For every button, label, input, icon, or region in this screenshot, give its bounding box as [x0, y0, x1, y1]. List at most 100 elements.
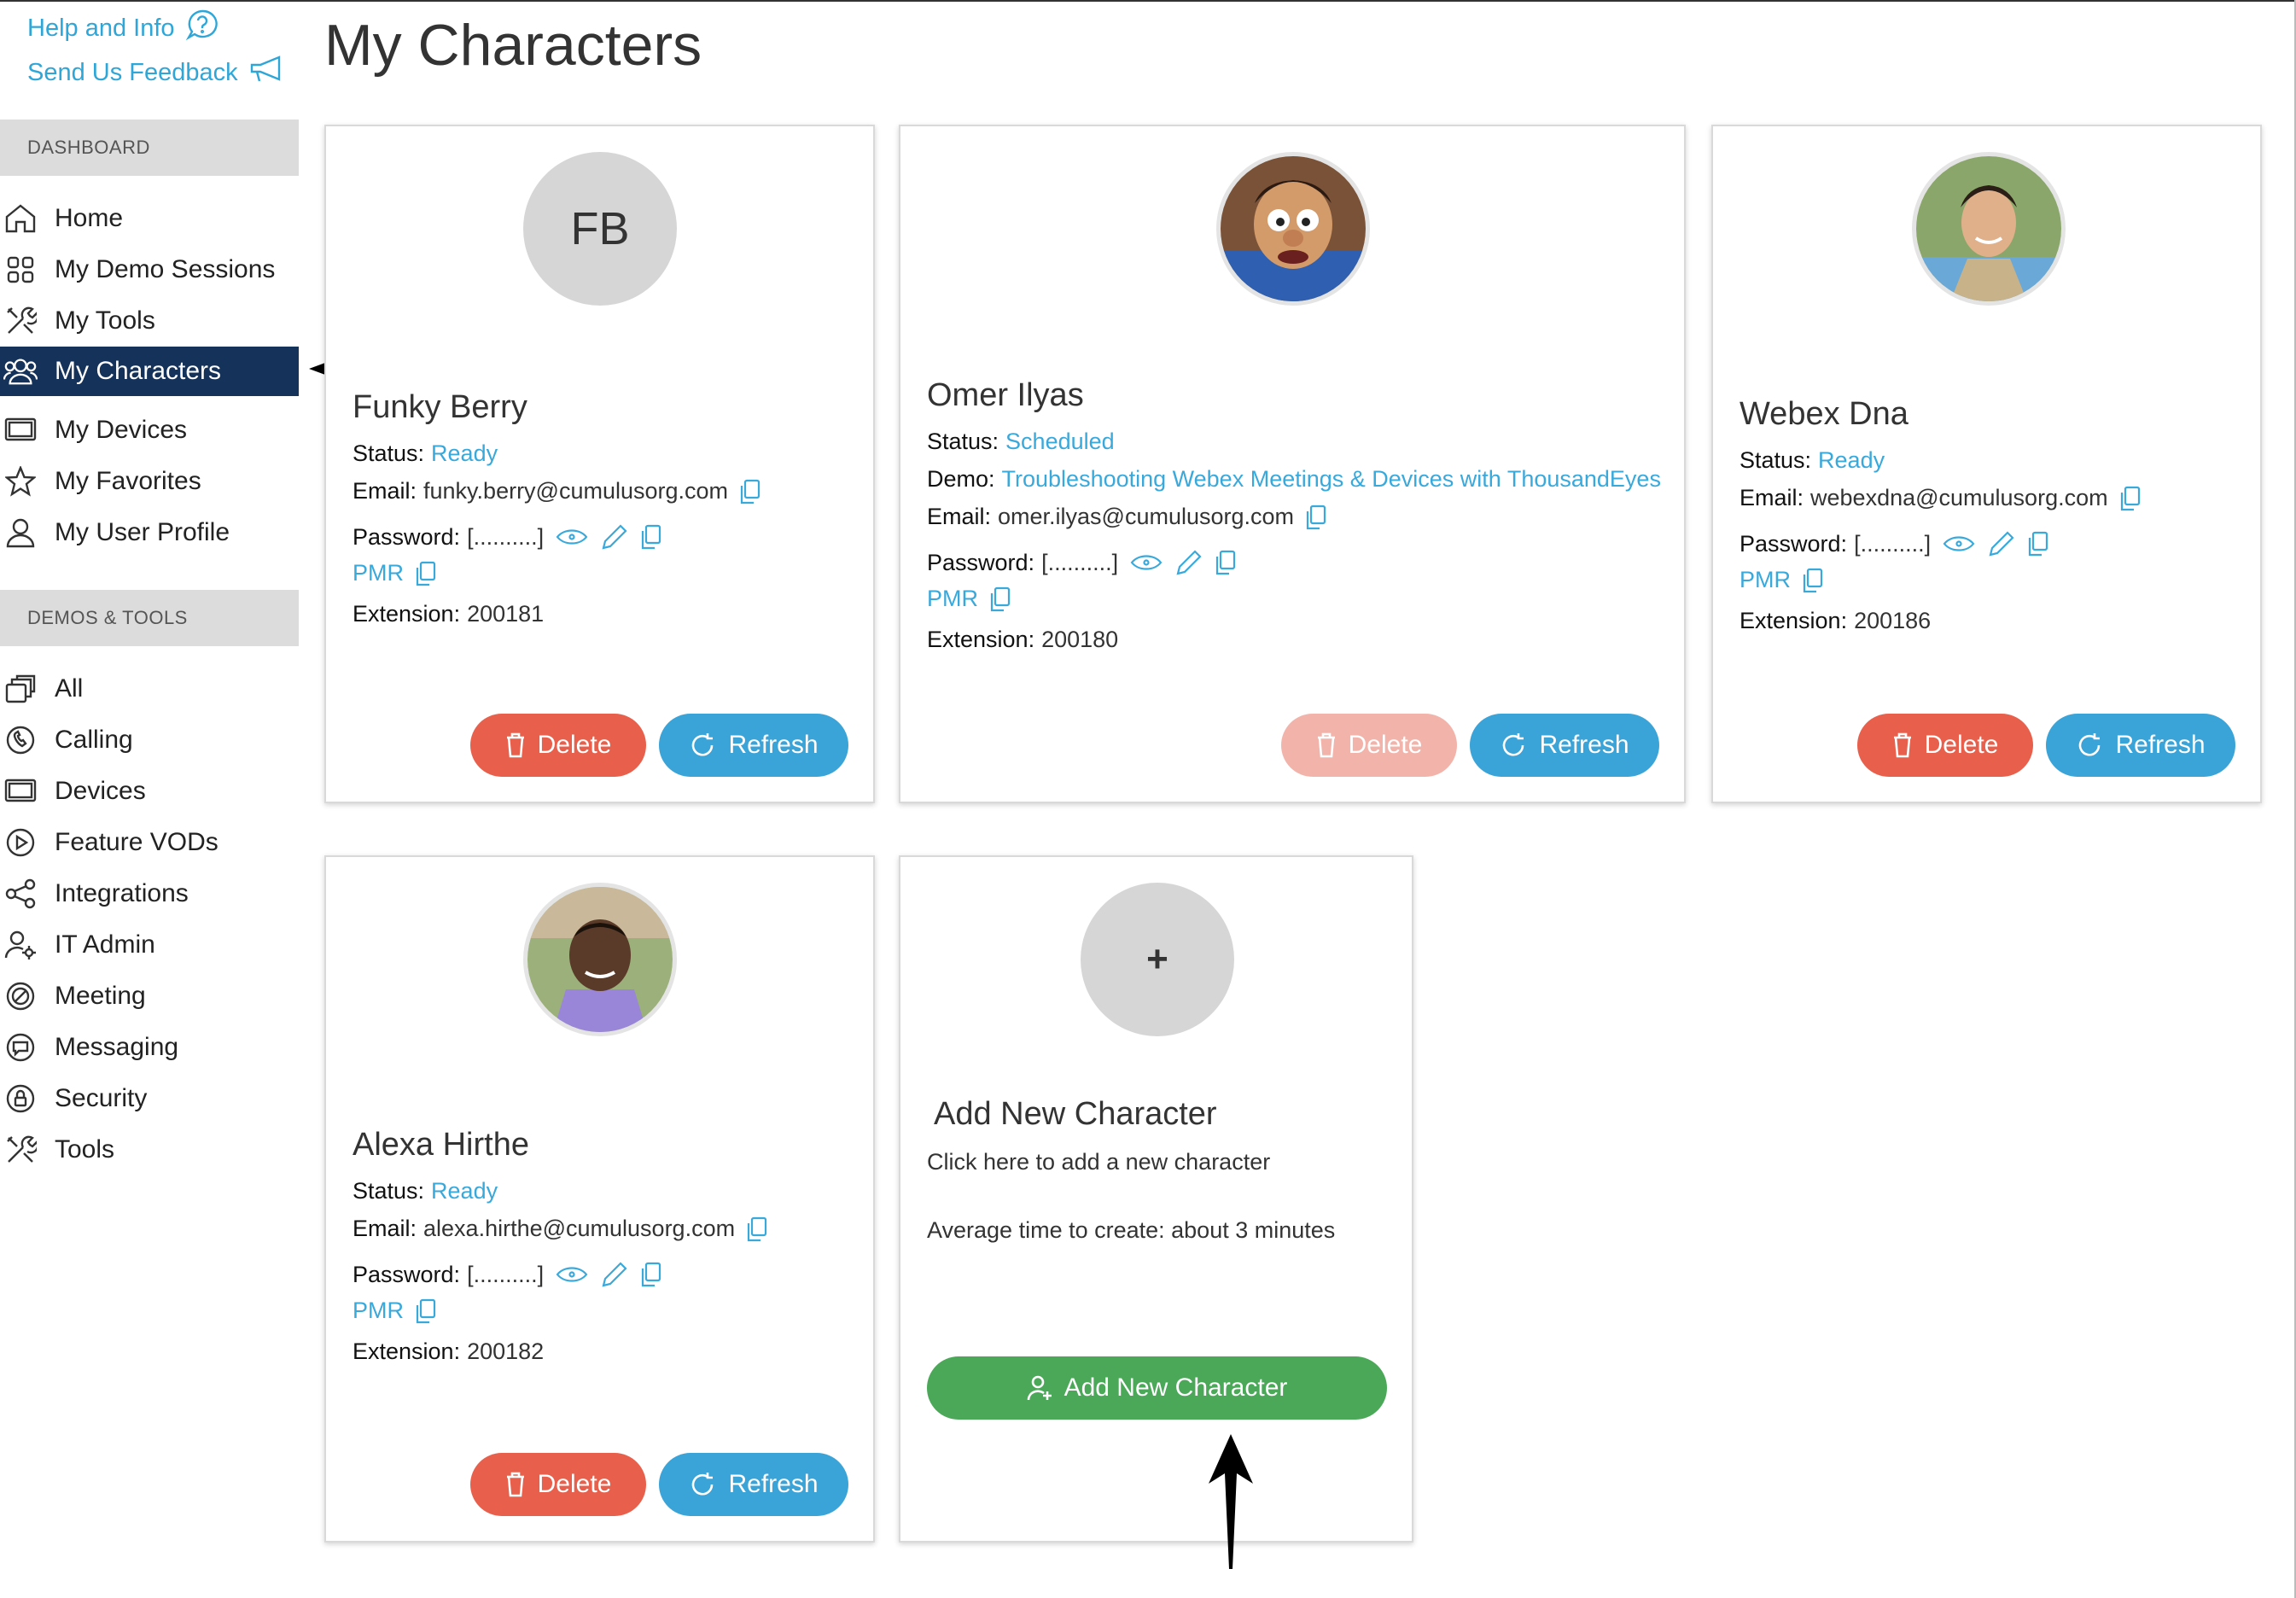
refresh-label: Refresh [728, 1470, 819, 1498]
sidebar-item-label: My Devices [55, 416, 188, 444]
people-icon [3, 354, 38, 388]
refresh-icon [1503, 733, 1524, 756]
pmr-label[interactable]: PMR [353, 560, 404, 586]
page-title: My Characters [324, 13, 702, 78]
sidebar-item-label: Devices [55, 777, 146, 805]
sidebar-item-my-user-profile[interactable]: My User Profile [0, 508, 299, 557]
refresh-button[interactable]: Refresh [659, 1453, 848, 1516]
sidebar-item-home[interactable]: Home [0, 194, 299, 243]
section-dashboard: DASHBOARD [0, 120, 299, 176]
demo-link[interactable]: Troubleshooting Webex Meetings & Devices… [1002, 466, 1661, 493]
sidebar-item-feature-vods[interactable]: Feature VODs [0, 818, 299, 867]
status-value: Scheduled [1005, 429, 1115, 454]
delete-button[interactable]: Delete [470, 1453, 646, 1516]
sidebar-item-security[interactable]: Security [0, 1074, 299, 1123]
delete-button[interactable]: Delete [1857, 714, 2033, 777]
copy-icon[interactable] [416, 561, 436, 586]
email-row: Email: omer.ilyas@cumulusorg.com [927, 504, 1326, 530]
copy-icon[interactable] [1803, 568, 1823, 593]
copy-icon[interactable] [740, 479, 760, 504]
section-demos-tools: DEMOS & TOOLS [0, 590, 299, 646]
delete-button[interactable]: Delete [470, 714, 646, 777]
avatar [523, 883, 677, 1036]
avatar [1216, 152, 1370, 306]
status-label: Status: [353, 1178, 425, 1204]
character-card-alexa-hirthe: Alexa Hirthe Status: Ready Email: alexa.… [324, 855, 875, 1543]
help-icon [185, 9, 219, 48]
sidebar-item-my-devices[interactable]: My Devices [0, 405, 299, 455]
sidebar-item-label: My Characters [55, 357, 222, 385]
sidebar-item-label: Messaging [55, 1033, 179, 1061]
copy-icon[interactable] [641, 1262, 661, 1287]
sidebar-item-label: Security [55, 1084, 148, 1112]
extension-value: 200180 [1041, 627, 1119, 652]
sidebar-item-my-tools[interactable]: My Tools [0, 296, 299, 346]
delete-label: Delete [537, 1470, 612, 1498]
sidebar-item-devices[interactable]: Devices [0, 767, 299, 816]
pmr-label[interactable]: PMR [353, 1298, 404, 1324]
copy-icon[interactable] [1215, 550, 1236, 575]
trash-icon [1893, 732, 1911, 758]
refresh-button[interactable]: Refresh [2046, 714, 2235, 777]
status-row: Status: Scheduled [927, 429, 1115, 455]
demo-label: Demo: [927, 466, 995, 492]
help-and-info-link[interactable]: Help and Info [27, 9, 219, 48]
sidebar-item-label: Home [55, 204, 124, 232]
help-label: Help and Info [27, 14, 175, 42]
trash-icon [506, 732, 524, 758]
pmr-label[interactable]: PMR [1739, 567, 1791, 593]
status-row: Status: Ready [1739, 447, 1885, 474]
copy-icon[interactable] [641, 524, 661, 550]
pencil-icon[interactable] [1987, 529, 2016, 558]
sidebar-item-my-characters[interactable]: My Characters [0, 347, 299, 396]
add-new-character-label: Add New Character [1064, 1373, 1288, 1402]
refresh-button[interactable]: Refresh [1470, 714, 1659, 777]
pencil-icon[interactable] [600, 522, 629, 551]
password-value: [..........] [1041, 549, 1119, 575]
plus-icon: + [1081, 883, 1234, 1036]
sidebar-item-it-admin[interactable]: IT Admin [0, 920, 299, 970]
status-row: Status: Ready [353, 1178, 498, 1204]
refresh-label: Refresh [1539, 731, 1629, 759]
password-value: [..........] [467, 523, 545, 550]
extension-row: Extension: 200182 [353, 1338, 544, 1365]
sidebar-item-integrations[interactable]: Integrations [0, 869, 299, 919]
lock-icon [3, 1082, 38, 1116]
send-feedback-link[interactable]: Send Us Feedback [27, 55, 284, 90]
eye-icon[interactable] [556, 1264, 588, 1285]
pencil-icon[interactable] [1174, 548, 1203, 577]
sidebar-item-label: Calling [55, 726, 133, 754]
sidebar-item-label: All [55, 674, 84, 703]
grid-icon [3, 253, 38, 287]
sidebar-item-tools[interactable]: Tools [0, 1125, 299, 1175]
add-card-time-note: Average time to create: about 3 minutes [927, 1217, 1336, 1243]
sidebar-item-meeting[interactable]: Meeting [0, 971, 299, 1021]
eye-icon[interactable] [556, 527, 588, 547]
top-border [0, 0, 2296, 2]
copy-icon[interactable] [747, 1216, 767, 1242]
copy-icon[interactable] [2028, 531, 2048, 557]
add-user-icon [1027, 1375, 1052, 1401]
copy-icon[interactable] [990, 586, 1011, 612]
sidebar-item-messaging[interactable]: Messaging [0, 1023, 299, 1072]
copy-icon[interactable] [1306, 504, 1326, 530]
sidebar-item-all[interactable]: All [0, 664, 299, 714]
copy-icon[interactable] [416, 1298, 436, 1324]
email-value: funky.berry@cumulusorg.com [423, 478, 729, 504]
password-row: Password: [..........] [353, 522, 661, 551]
status-value: Ready [431, 440, 498, 466]
pencil-icon[interactable] [600, 1260, 629, 1289]
sidebar-item-my-demo-sessions[interactable]: My Demo Sessions [0, 245, 299, 295]
eye-icon[interactable] [1130, 552, 1163, 573]
password-row: Password: [..........] [353, 1260, 661, 1289]
status-row: Status: Ready [353, 440, 498, 467]
add-new-character-button[interactable]: Add New Character [927, 1356, 1387, 1420]
copy-icon[interactable] [2120, 486, 2141, 511]
eye-icon[interactable] [1943, 534, 1975, 554]
sidebar-item-label: Meeting [55, 982, 146, 1010]
sidebar-item-my-favorites[interactable]: My Favorites [0, 457, 299, 506]
refresh-button[interactable]: Refresh [659, 714, 848, 777]
sidebar-item-calling[interactable]: Calling [0, 715, 299, 765]
pmr-label[interactable]: PMR [927, 586, 978, 612]
add-character-card[interactable]: + Add New Character Click here to add a … [899, 855, 1413, 1543]
